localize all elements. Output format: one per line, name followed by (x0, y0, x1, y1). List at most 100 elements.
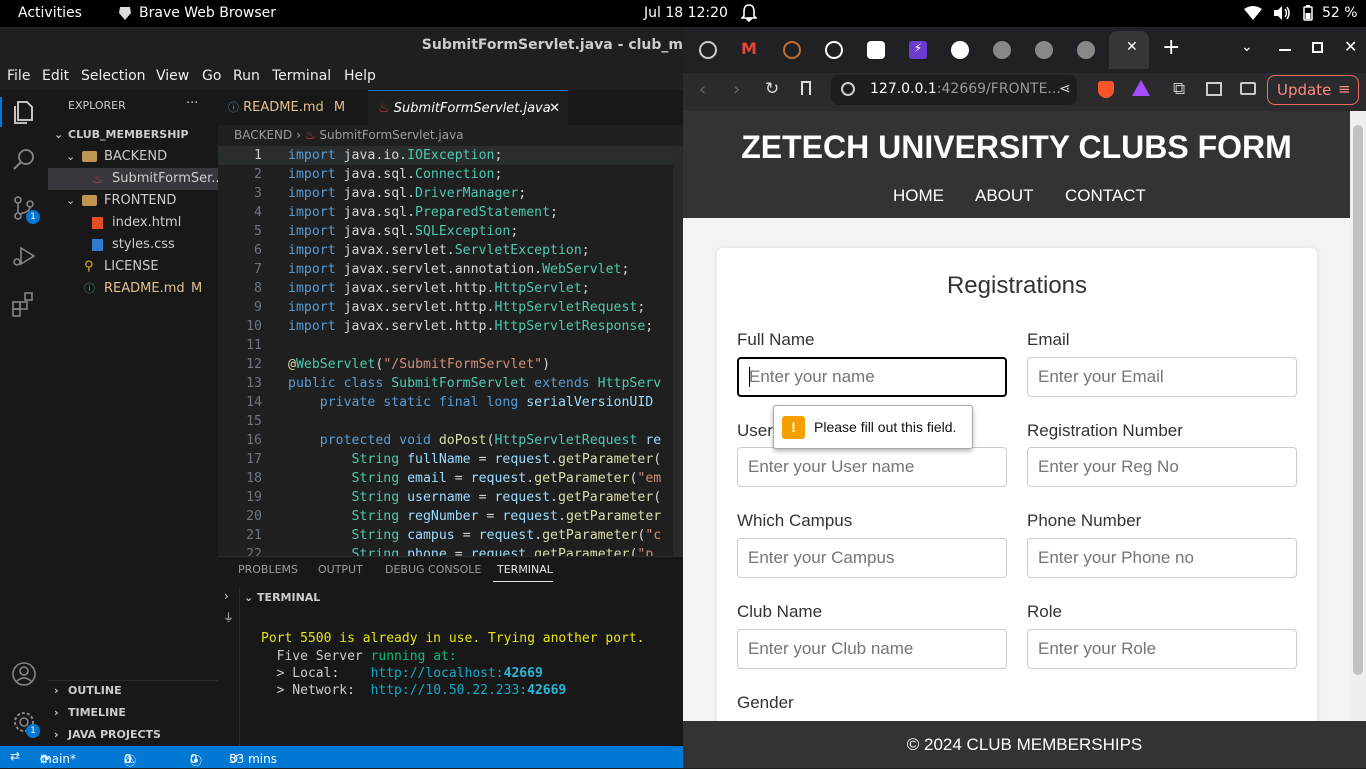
tree-folder-backend[interactable]: ⌄ BACKEND (48, 146, 218, 168)
github-tab-icon[interactable] (951, 41, 969, 59)
nav-contact-link[interactable]: CONTACT (1065, 186, 1146, 206)
update-button[interactable]: Update ≡ (1267, 75, 1359, 105)
club-name-input[interactable]: Enter your Club name (737, 629, 1007, 669)
extensions-icon[interactable] (10, 290, 38, 318)
menu-file[interactable]: File (7, 68, 30, 84)
role-input[interactable]: Enter your Role (1027, 629, 1297, 669)
scrollbar-thumb[interactable] (1353, 125, 1363, 675)
remote-icon[interactable]: ⇄ (10, 749, 20, 763)
nav-home-link[interactable]: HOME (893, 186, 944, 206)
outline-section[interactable]: › OUTLINE (48, 680, 218, 702)
breadcrumb-folder[interactable]: BACKEND (234, 128, 292, 142)
code-line[interactable]: 16 protected void doPost(HttpServletRequ… (218, 431, 683, 450)
phone-input[interactable]: Enter your Phone no (1027, 538, 1297, 578)
menu-selection[interactable]: Selection (81, 68, 146, 84)
wallet-icon[interactable] (1240, 82, 1256, 95)
code-line[interactable]: 19 String username = request.getParamete… (218, 488, 683, 507)
code-line[interactable]: 5 import java.sql.SQLException; (218, 222, 683, 241)
globe-tab-icon-2[interactable] (1035, 41, 1053, 59)
gmail-tab-icon[interactable]: M (741, 39, 757, 58)
globe-tab-icon-3[interactable] (1077, 41, 1095, 59)
code-line[interactable]: 2 import java.sql.Connection; (218, 165, 683, 184)
code-line[interactable]: 20 String regNumber = request.getParamet… (218, 507, 683, 526)
code-line[interactable]: 14 private static final long serialVersi… (218, 393, 683, 412)
tree-file-readme[interactable]: ⓘ README.md M (48, 278, 218, 300)
tab-close-icon[interactable]: ✕ (549, 91, 560, 126)
menu-terminal[interactable]: Terminal (272, 68, 331, 84)
explorer-more-button[interactable]: ··· (186, 96, 198, 111)
forward-arrow-icon[interactable]: › (733, 79, 740, 100)
chatgpt-tab-icon-2[interactable] (867, 41, 885, 59)
menu-help[interactable]: Help (344, 68, 376, 84)
address-bar[interactable]: 127.0.0.1:42669/FRONTE... ⋖ (831, 75, 1077, 105)
search-icon[interactable] (10, 146, 38, 174)
globe-tab-icon[interactable] (993, 41, 1011, 59)
activities-button[interactable]: Activities (18, 5, 82, 21)
tree-file-styles-css[interactable]: styles.css (48, 234, 218, 256)
full-name-input[interactable]: Enter your name (737, 357, 1007, 397)
brave-shields-icon[interactable] (1098, 81, 1114, 98)
code-line[interactable]: 11 (218, 336, 683, 355)
username-input[interactable]: Enter your User name (737, 447, 1007, 487)
battery-icon[interactable] (1303, 5, 1313, 25)
code-line[interactable]: 6 import javax.servlet.ServletException; (218, 241, 683, 260)
tab-close-icon[interactable]: ✕ (1126, 39, 1138, 55)
menu-go[interactable]: Go (202, 68, 221, 84)
new-tab-button[interactable]: + (1162, 35, 1180, 60)
volume-icon[interactable] (1273, 5, 1291, 25)
breadcrumb-file[interactable]: SubmitFormServlet.java (319, 128, 463, 142)
code-line[interactable]: 10 import javax.servlet.http.HttpServletR… (218, 317, 683, 336)
share-icon[interactable]: ⋖ (1059, 81, 1071, 97)
clock[interactable]: Jul 18 12:20 (644, 5, 728, 21)
code-line[interactable]: 9 import javax.servlet.http.HttpServletRe… (218, 298, 683, 317)
code-line[interactable]: 3 import java.sql.DriverManager; (218, 184, 683, 203)
codepen-tab-icon[interactable] (783, 41, 801, 59)
tree-file-index-html[interactable]: index.html (48, 212, 218, 234)
menu-edit[interactable]: Edit (42, 68, 69, 84)
close-window-button[interactable]: ✕ (1344, 37, 1357, 56)
tab-search-chevron-icon[interactable]: ⌄ (1241, 39, 1253, 55)
code-line[interactable]: 7 import javax.servlet.annotation.WebServ… (218, 260, 683, 279)
tab-problems[interactable]: PROBLEMS (238, 563, 298, 576)
menu-run[interactable]: Run (233, 68, 260, 84)
tab-output[interactable]: OUTPUT (318, 563, 363, 576)
tree-folder-frontend[interactable]: ⌄ FRONTEND (48, 190, 218, 212)
account-icon[interactable] (10, 660, 38, 688)
page-scrollbar[interactable] (1350, 111, 1366, 721)
active-app-name[interactable]: Brave Web Browser (139, 5, 276, 21)
site-info-icon[interactable] (841, 82, 855, 96)
explorer-icon[interactable] (10, 98, 38, 126)
reg-number-input[interactable]: Enter your Reg No (1027, 447, 1297, 487)
code-line[interactable]: 4 import java.sql.PreparedStatement; (218, 203, 683, 222)
campus-input[interactable]: Enter your Campus (737, 538, 1007, 578)
code-line[interactable]: 12 @WebServlet("/SubmitFormServlet") (218, 355, 683, 374)
nav-about-link[interactable]: ABOUT (975, 186, 1034, 206)
openai-tab-icon[interactable] (699, 41, 717, 59)
tab-readme[interactable]: ⓘ README.md M (218, 90, 368, 125)
reload-icon[interactable]: ↻ (765, 79, 779, 99)
extensions-puzzle-icon[interactable]: ⧉ (1173, 79, 1185, 99)
code-line[interactable]: 17 String fullName = request.getParamete… (218, 450, 683, 469)
back-arrow-icon[interactable]: ‹ (699, 79, 706, 100)
maximize-button[interactable] (1312, 42, 1323, 53)
tab-submitformservlet[interactable]: ♨ SubmitFormServlet.java ✕ (368, 90, 568, 125)
tree-file-servlet[interactable]: ♨ SubmitFormSer... (48, 168, 218, 190)
wifi-icon[interactable] (1244, 6, 1262, 24)
tab-terminal[interactable]: TERMINAL (497, 563, 553, 576)
email-input[interactable]: Enter your Email (1027, 357, 1297, 397)
chatgpt-tab-icon[interactable] (825, 41, 843, 59)
bookmark-icon[interactable] (801, 81, 811, 95)
run-debug-icon[interactable] (10, 242, 38, 270)
code-line[interactable]: 15 (218, 412, 683, 431)
terminal-output[interactable]: Port 5500 is already in use. Trying anot… (242, 587, 683, 747)
code-line[interactable]: 18 String email = request.getParameter("… (218, 469, 683, 488)
chevron-right-icon[interactable]: › (224, 589, 229, 603)
tab-debug-console[interactable]: DEBUG CONSOLE (385, 563, 481, 576)
code-line[interactable]: 1 import java.io.IOException; (218, 146, 683, 165)
minimize-button[interactable] (1279, 49, 1291, 51)
tree-root-folder[interactable]: ⌄ CLUB_MEMBERSHIP (48, 124, 218, 146)
java-projects-section[interactable]: › JAVA PROJECTS (48, 724, 218, 746)
tree-file-license[interactable]: ⚲ LICENSE (48, 256, 218, 278)
menu-view[interactable]: View (156, 68, 189, 84)
timeline-section[interactable]: › TIMELINE (48, 702, 218, 724)
